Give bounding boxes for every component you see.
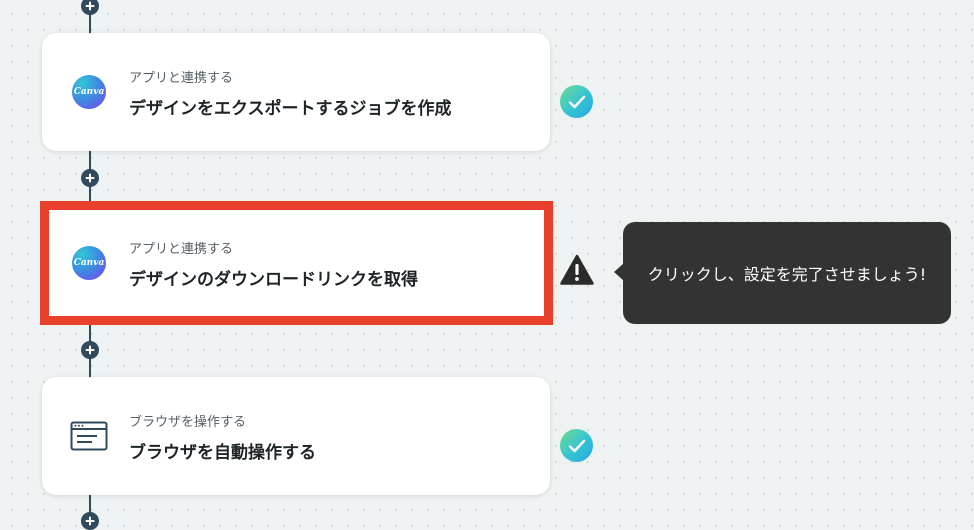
- add-step-button[interactable]: [81, 512, 99, 530]
- flow-step-card[interactable]: Canva アプリと連携する デザインをエクスポートするジョブを作成: [42, 33, 550, 151]
- flow-step-card[interactable]: ブラウザを操作する ブラウザを自動操作する: [42, 377, 550, 495]
- canva-logo-text: Canva: [73, 258, 105, 268]
- plus-icon: [85, 1, 95, 11]
- step-complete-badge: [560, 429, 593, 462]
- canva-logo-icon: Canva: [72, 75, 106, 109]
- flow-step-card-highlighted[interactable]: Canva アプリと連携する デザインのダウンロードリンクを取得: [40, 201, 553, 325]
- step-title: デザインをエクスポートするジョブを作成: [129, 99, 452, 119]
- plus-icon: [85, 345, 95, 355]
- tooltip-text: クリックし、設定を完了させましょう!: [647, 265, 927, 284]
- check-icon: [568, 439, 585, 452]
- canva-logo-icon: Canva: [72, 246, 106, 280]
- step-title: デザインのダウンロードリンクを取得: [129, 270, 418, 290]
- setup-hint-tooltip: クリックし、設定を完了させましょう!: [623, 222, 951, 324]
- browser-window-icon: [70, 421, 108, 451]
- warning-icon: [560, 254, 594, 285]
- plus-icon: [85, 173, 95, 183]
- step-title: ブラウザを自動操作する: [129, 443, 316, 463]
- step-category: アプリと連携する: [129, 242, 234, 257]
- check-icon: [568, 95, 585, 108]
- add-step-button[interactable]: [81, 0, 99, 15]
- step-category: アプリと連携する: [129, 71, 234, 86]
- add-step-button[interactable]: [81, 341, 99, 359]
- canva-logo-text: Canva: [73, 87, 105, 97]
- plus-icon: [85, 516, 95, 526]
- step-complete-badge: [560, 85, 593, 118]
- add-step-button[interactable]: [81, 169, 99, 187]
- step-category: ブラウザを操作する: [129, 415, 247, 430]
